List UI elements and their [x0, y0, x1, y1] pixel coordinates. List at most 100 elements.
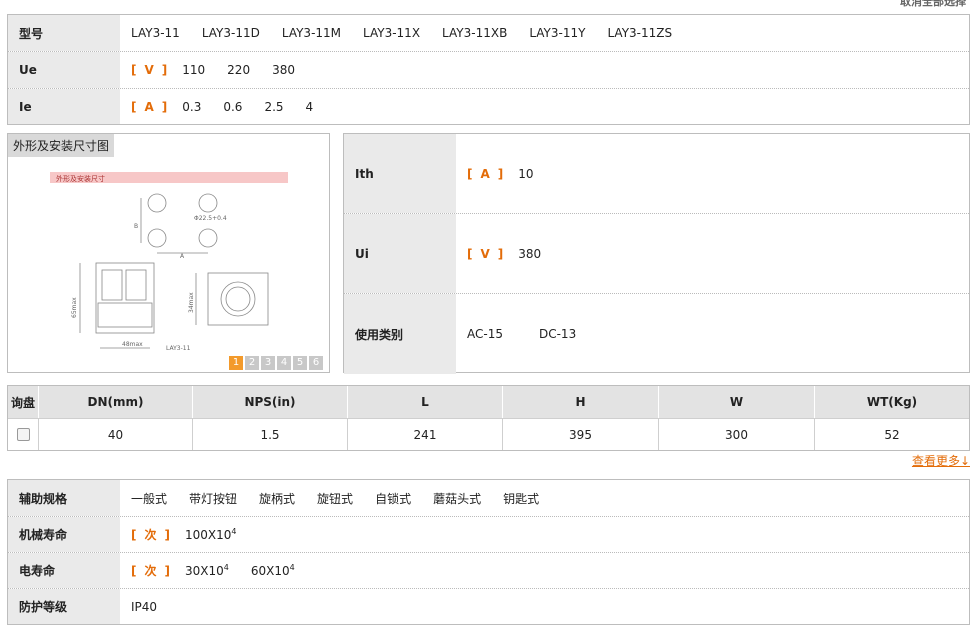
- spec-row-elec: 电寿命 [次] 30X104 60X104: [8, 553, 969, 589]
- dim-phi-label: Φ22.5+0.4: [194, 215, 227, 222]
- spec-label-model: 型号: [8, 15, 120, 51]
- header-wt: WT(Kg): [814, 386, 969, 418]
- ie-option[interactable]: 2.5: [264, 100, 283, 114]
- header-h: H: [502, 386, 658, 418]
- spec-table-top: 型号 LAY3-11 LAY3-11D LAY3-11M LAY3-11X LA…: [7, 14, 970, 125]
- header-dn: DN(mm): [38, 386, 192, 418]
- spec-row-mech: 机械寿命 [次] 100X104: [8, 517, 969, 553]
- table-row: 40 1.5 241 395 300 52: [8, 418, 969, 450]
- dimension-drawing[interactable]: 外形及安装尺寸 B A Φ22.5+0.4 65max 34max 48max …: [16, 158, 322, 354]
- elec-option[interactable]: 60X104: [251, 563, 295, 578]
- ip-options: IP40: [120, 589, 969, 624]
- elec-options: [次] 30X104 60X104: [120, 553, 969, 588]
- cell-w: 300: [658, 418, 814, 450]
- ip-option[interactable]: IP40: [131, 600, 157, 614]
- spec-label-aux: 辅助规格: [8, 480, 120, 516]
- ie-option[interactable]: 0.6: [223, 100, 242, 114]
- model-option[interactable]: LAY3-11: [131, 26, 180, 40]
- dim-48-label: 48max: [122, 341, 143, 348]
- ui-option[interactable]: 380: [518, 247, 541, 261]
- spec-row-ui: Ui [V] 380: [344, 214, 969, 294]
- view-more-link[interactable]: 查看更多↓: [912, 452, 970, 469]
- aux-option[interactable]: 自锁式: [375, 490, 411, 507]
- model-option[interactable]: LAY3-11Y: [529, 26, 585, 40]
- aux-option[interactable]: 蘑菇头式: [433, 490, 481, 507]
- aux-option[interactable]: 一般式: [131, 490, 167, 507]
- spec-label-ue: Ue: [8, 52, 120, 88]
- spec-label-ith: Ith: [344, 134, 456, 213]
- cell-wt: 52: [814, 418, 969, 450]
- deselect-all-link[interactable]: 取消全部选择: [900, 0, 966, 9]
- dim-a-label: A: [180, 253, 185, 260]
- pager-page-1[interactable]: 1: [229, 356, 243, 370]
- category-option[interactable]: AC-15: [467, 327, 503, 341]
- unit-badge: [次]: [131, 528, 171, 542]
- spec-label-ie: Ie: [8, 89, 120, 124]
- unit-badge: [A]: [467, 166, 505, 181]
- mech-option[interactable]: 100X104: [185, 527, 237, 542]
- aux-options: 一般式 带灯按钮 旋柄式 旋钮式 自锁式 蘑菇头式 钥匙式: [120, 480, 969, 516]
- ue-option[interactable]: 380: [272, 63, 295, 77]
- dimensions-table: 询盘 DN(mm) NPS(in) L H W WT(Kg) 40 1.5 24…: [7, 385, 970, 451]
- cell-nps: 1.5: [192, 418, 347, 450]
- ue-option[interactable]: 220: [227, 63, 250, 77]
- drawing-panel-title: 外形及安装尺寸图: [8, 134, 115, 157]
- ith-values: [A] 10: [456, 134, 969, 213]
- spec-label-ui: Ui: [344, 214, 456, 293]
- dimensions-header-row: 询盘 DN(mm) NPS(in) L H W WT(Kg): [8, 386, 969, 418]
- spec-label-ip: 防护等级: [8, 589, 120, 624]
- spec-table-bottom: 辅助规格 一般式 带灯按钮 旋柄式 旋钮式 自锁式 蘑菇头式 钥匙式 机械寿命 …: [7, 479, 970, 625]
- drawing-header: 外形及安装尺寸: [56, 174, 105, 183]
- ith-option[interactable]: 10: [518, 167, 533, 181]
- dim-b-label: B: [134, 223, 138, 230]
- spec-table-right: Ith [A] 10 Ui [V] 380 使用类别 AC-15 DC-13: [343, 133, 970, 374]
- ue-options: [V] 110 220 380: [120, 52, 969, 88]
- header-inquiry: 询盘: [10, 395, 35, 410]
- aux-option[interactable]: 旋钮式: [317, 490, 353, 507]
- ui-values: [V] 380: [456, 214, 969, 293]
- aux-option[interactable]: 钥匙式: [503, 490, 539, 507]
- model-option[interactable]: LAY3-11M: [282, 26, 341, 40]
- model-option[interactable]: LAY3-11ZS: [607, 26, 672, 40]
- pager-page-4[interactable]: 4: [277, 356, 291, 370]
- spec-label-mech: 机械寿命: [8, 517, 120, 552]
- model-option[interactable]: LAY3-11X: [363, 26, 420, 40]
- model-option[interactable]: LAY3-11XB: [442, 26, 507, 40]
- ue-option[interactable]: 110: [182, 63, 205, 77]
- pager-page-2[interactable]: 2: [245, 356, 259, 370]
- ie-option[interactable]: 4: [306, 100, 314, 114]
- dim-34-label: 34max: [188, 292, 195, 313]
- inquiry-cell: [8, 418, 38, 450]
- pager-page-3[interactable]: 3: [261, 356, 275, 370]
- spec-row-ith: Ith [A] 10: [344, 134, 969, 214]
- pager-page-6[interactable]: 6: [309, 356, 323, 370]
- cell-h: 395: [502, 418, 658, 450]
- spec-row-ip: 防护等级 IP40: [8, 589, 969, 624]
- inquiry-checkbox[interactable]: [16, 428, 30, 441]
- category-options: AC-15 DC-13: [456, 294, 969, 374]
- dimension-drawing-panel: 外形及安装尺寸图 外形及安装尺寸 B A Φ22.5+0.4 65max 34m…: [7, 133, 330, 373]
- ie-option[interactable]: 0.3: [182, 100, 201, 114]
- model-options: LAY3-11 LAY3-11D LAY3-11M LAY3-11X LAY3-…: [120, 15, 969, 51]
- model-option[interactable]: LAY3-11D: [202, 26, 260, 40]
- aux-option[interactable]: 带灯按钮: [189, 490, 237, 507]
- unit-badge: [V]: [131, 63, 169, 77]
- cell-dn: 40: [38, 418, 192, 450]
- spec-row-category: 使用类别 AC-15 DC-13: [344, 294, 969, 374]
- spec-label-category: 使用类别: [344, 294, 456, 374]
- cell-l: 241: [347, 418, 502, 450]
- header-nps: NPS(in): [192, 386, 347, 418]
- header-l: L: [347, 386, 502, 418]
- elec-option[interactable]: 30X104: [185, 563, 229, 578]
- pager-page-5[interactable]: 5: [293, 356, 307, 370]
- unit-badge: [A]: [131, 99, 169, 114]
- unit-badge: [V]: [467, 246, 505, 261]
- spec-row-model: 型号 LAY3-11 LAY3-11D LAY3-11M LAY3-11X LA…: [8, 15, 969, 52]
- header-w: W: [658, 386, 814, 418]
- dim-65-label: 65max: [71, 297, 78, 318]
- aux-option[interactable]: 旋柄式: [259, 490, 295, 507]
- spec-row-aux: 辅助规格 一般式 带灯按钮 旋柄式 旋钮式 自锁式 蘑菇头式 钥匙式: [8, 480, 969, 517]
- unit-badge: [次]: [131, 564, 171, 578]
- spec-row-ie: Ie [A] 0.3 0.6 2.5 4: [8, 89, 969, 124]
- category-option[interactable]: DC-13: [539, 327, 576, 341]
